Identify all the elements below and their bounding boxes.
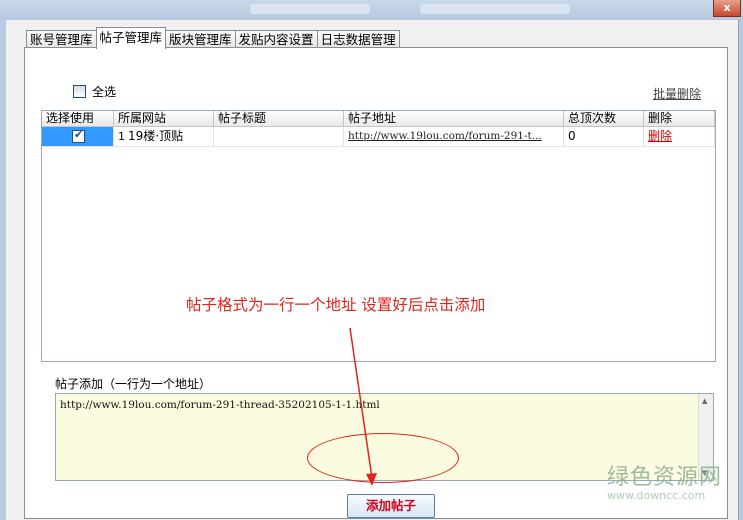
highlight-ellipse [307, 433, 459, 483]
watermark-title: 绿色资源网 [607, 465, 723, 490]
tab-post-library[interactable]: 帖子管理库 [95, 27, 167, 49]
watermark-url: www.downcc.com [607, 489, 706, 502]
watermark: 绿色资源网 www.downcc.com [607, 466, 722, 502]
